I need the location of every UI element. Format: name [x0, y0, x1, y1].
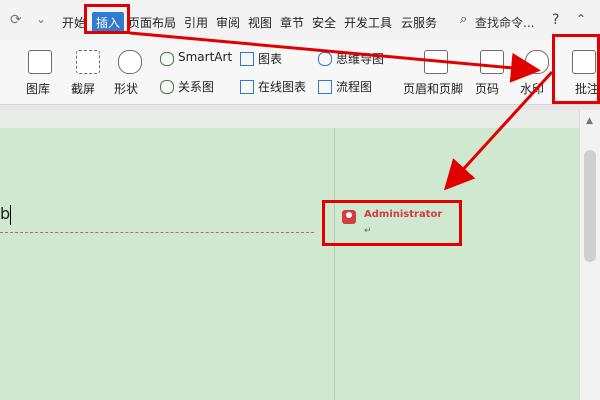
annotation-arrows: [129, 31, 554, 191]
arrow-insert-to-watermark: [129, 31, 541, 83]
arrow-comment-to-balloon: [443, 70, 554, 191]
